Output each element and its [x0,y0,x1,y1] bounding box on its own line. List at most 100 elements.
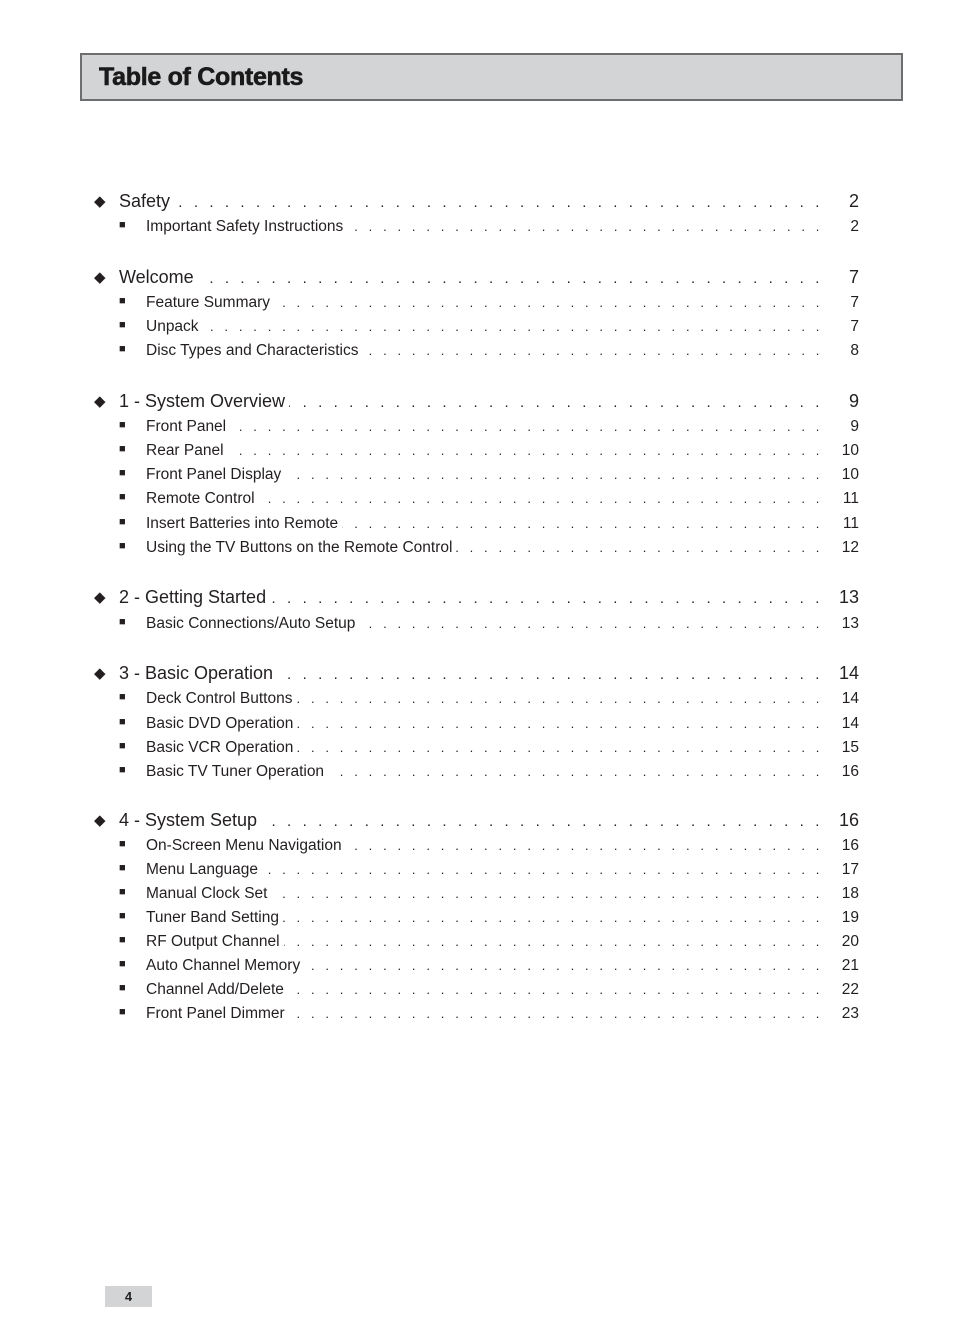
dot-leader: . . . . . . . . . . . . . . . . . . . . … [288,982,823,997]
toc-label: Basic VCR Operation [146,739,294,756]
toc-page-number: 20 [841,933,859,950]
toc-section[interactable]: ◆ 4 - System Setup. . . . . . . . . . . .… [0,810,954,834]
square-icon: ■ [119,491,126,503]
dot-leader: . . . . . . . . . . . . . . . . . . . . … [230,419,823,434]
toc-entry[interactable]: ■ Rear Panel . . . . . . . . . . . . . . .… [0,440,954,464]
toc-label: Remote Control [146,490,255,507]
toc-entry-text: Insert Batteries into Remote. . . . . . … [146,515,823,533]
toc-page-number: 17 [841,861,859,878]
toc-page-number: 16 [841,837,859,854]
toc-entry[interactable]: ■ Important Safety Instructions. . . . . … [0,216,954,240]
dot-leader: . . . . . . . . . . . . . . . . . . . . … [342,516,823,531]
toc-entry[interactable]: ■ Basic DVD Operation. . . . . . . . . . … [0,713,954,737]
toc-entry-text: Front Panel. . . . . . . . . . . . . . .… [146,418,823,436]
dot-leader: . . . . . . . . . . . . . . . . . . . . … [297,716,823,731]
toc-entry[interactable]: ■ Auto Channel Memory. . . . . . . . . . … [0,955,954,979]
toc-entry[interactable]: ■ RF Output Channel . . . . . . . . . . . … [0,931,954,955]
square-icon: ■ [119,764,126,776]
toc-label: Deck Control Buttons [146,690,293,707]
square-icon: ■ [119,691,126,703]
dot-leader: . . . . . . . . . . . . . . . . . . . . … [285,467,823,482]
toc-entry[interactable]: ■ Remote Control . . . . . . . . . . . . .… [0,488,954,512]
dot-leader: . . . . . . . . . . . . . . . . . . . . … [289,1006,823,1021]
toc-label: Insert Batteries into Remote [146,515,339,532]
toc-entry[interactable]: ■ Using the TV Buttons on the Remote Cont… [0,537,954,561]
dot-leader: . . . . . . . . . . . . . . . . . . . . … [359,616,823,631]
toc-section[interactable]: ◆ Safety. . . . . . . . . . . . . . . . .… [0,191,954,215]
toc-entry-text: 3 - Basic Operation. . . . . . . . . . .… [119,663,823,684]
page-title: Table of Contents [99,63,304,92]
diamond-icon: ◆ [94,665,106,682]
toc-section[interactable]: ◆ Welcome. . . . . . . . . . . . . . . . … [0,267,954,291]
toc-entry-text: Basic TV Tuner Operation. . . . . . . . … [146,763,823,781]
dot-leader: . . . . . . . . . . . . . . . . . . . . … [262,862,823,877]
toc-label: RF Output Channel [146,933,280,950]
toc-entry[interactable]: ■ Deck Control Buttons. . . . . . . . . .… [0,688,954,712]
toc-entry-text: Welcome. . . . . . . . . . . . . . . . .… [119,267,823,288]
toc-entry-text: RF Output Channel . . . . . . . . . . . .… [146,933,823,951]
toc-section[interactable]: ◆ 2 - Getting Started. . . . . . . . . . … [0,587,954,611]
dot-leader: . . . . . . . . . . . . . . . . . . . . … [174,194,823,211]
toc-page-number: 7 [850,318,859,335]
toc-entry-text: Feature Summary. . . . . . . . . . . . .… [146,294,823,312]
toc-page-number: 23 [841,1005,859,1022]
toc-label: 3 - Basic Operation [119,663,274,683]
toc-page-number: 2 [850,218,859,235]
toc-entry[interactable]: ■ Channel Add/Delete . . . . . . . . . . .… [0,979,954,1003]
toc-label: Front Panel Dimmer [146,1005,285,1022]
square-icon: ■ [119,886,126,898]
dot-leader: . . . . . . . . . . . . . . . . . . . . … [296,691,823,706]
toc-entry[interactable]: ■ Insert Batteries into Remote. . . . . .… [0,513,954,537]
toc-entry-text: Using the TV Buttons on the Remote Contr… [146,539,823,557]
toc-label: Auto Channel Memory [146,957,301,974]
square-icon: ■ [119,343,126,355]
toc-entry[interactable]: ■ Basic Connections/Auto Setup. . . . . .… [0,613,954,637]
dot-leader: . . . . . . . . . . . . . . . . . . . . … [259,491,823,506]
toc-entry-text: Deck Control Buttons. . . . . . . . . . … [146,690,823,708]
toc-entry[interactable]: ■ Front Panel Dimmer . . . . . . . . . . .… [0,1003,954,1027]
toc-label: Basic Connections/Auto Setup [146,615,356,632]
toc-label: 4 - System Setup [119,810,258,830]
toc-page-number: 13 [841,615,859,632]
toc-entry-text: Rear Panel . . . . . . . . . . . . . . . … [146,442,823,460]
toc-entry-text: Menu Language. . . . . . . . . . . . . .… [146,861,823,879]
toc-entry[interactable]: ■ Tuner Band Setting . . . . . . . . . . .… [0,907,954,931]
toc-page-number: 9 [848,391,859,411]
toc-entry-text: Basic DVD Operation. . . . . . . . . . .… [146,715,823,733]
dot-leader: . . . . . . . . . . . . . . . . . . . . … [283,910,823,925]
square-icon: ■ [119,958,126,970]
toc-entry[interactable]: ■ Disc Types and Characteristics . . . . .… [0,340,954,364]
dot-leader: . . . . . . . . . . . . . . . . . . . . … [346,838,823,853]
dot-leader: . . . . . . . . . . . . . . . . . . . . … [203,319,823,334]
dot-leader: . . . . . . . . . . . . . . . . . . . . … [363,343,823,358]
square-icon: ■ [119,295,126,307]
toc-entry[interactable]: ■ Front Panel. . . . . . . . . . . . . . … [0,416,954,440]
toc-page-number: 14 [841,690,859,707]
toc-entry[interactable]: ■ Feature Summary. . . . . . . . . . . . … [0,292,954,316]
toc-label: Rear Panel [146,442,224,459]
toc-entry-text: Basic VCR Operation. . . . . . . . . . .… [146,739,823,757]
toc-entry-text: 4 - System Setup. . . . . . . . . . . . … [119,810,823,831]
diamond-icon: ◆ [94,393,106,410]
dot-leader: . . . . . . . . . . . . . . . . . . . . … [271,886,823,901]
toc-page-number: 12 [841,539,859,556]
square-icon: ■ [119,443,126,455]
toc-entry[interactable]: ■ Unpack . . . . . . . . . . . . . . . . .… [0,316,954,340]
toc-label: Menu Language [146,861,259,878]
toc-entry-text: Disc Types and Characteristics . . . . . … [146,342,823,360]
toc-entry[interactable]: ■ Menu Language. . . . . . . . . . . . . … [0,859,954,883]
toc-label: Important Safety Instructions [146,218,344,235]
toc-entry[interactable]: ■ On-Screen Menu Navigation . . . . . . . … [0,835,954,859]
toc-entry-text: 2 - Getting Started. . . . . . . . . . .… [119,587,823,608]
toc-label: Feature Summary [146,294,271,311]
toc-section[interactable]: ◆ 3 - Basic Operation. . . . . . . . . . … [0,663,954,687]
toc-entry[interactable]: ■ Manual Clock Set. . . . . . . . . . . .… [0,883,954,907]
square-icon: ■ [119,982,126,994]
page-number-badge: 4 [105,1286,152,1307]
toc-section[interactable]: ◆ 1 - System Overview. . . . . . . . . . … [0,391,954,415]
toc-page-number: 11 [842,515,859,532]
toc-entry-text: Front Panel Dimmer . . . . . . . . . . . … [146,1005,823,1023]
toc-entry[interactable]: ■ Basic TV Tuner Operation. . . . . . . .… [0,761,954,785]
toc-entry[interactable]: ■ Front Panel Display. . . . . . . . . . … [0,464,954,488]
toc-entry[interactable]: ■ Basic VCR Operation. . . . . . . . . . … [0,737,954,761]
